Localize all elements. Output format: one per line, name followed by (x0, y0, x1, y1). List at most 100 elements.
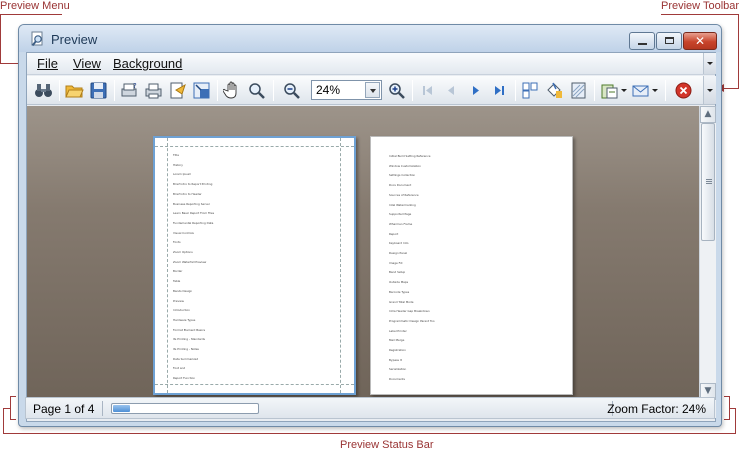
window-title: Preview (51, 32, 98, 47)
toolbar-separator (515, 80, 516, 101)
progress-fill (113, 405, 130, 412)
page-text-line: Sources of Reference (389, 192, 419, 197)
page-text-line: Serialization (389, 367, 407, 372)
send-email-icon[interactable] (631, 81, 650, 100)
hand-tool-icon[interactable] (223, 81, 242, 100)
page-text-line: Fundamental Reporting Data (173, 220, 214, 225)
page-text-line: Border (173, 269, 183, 274)
vertical-scrollbar[interactable]: ▲ ▼ (699, 106, 716, 401)
title-bar[interactable]: Preview ✕ (19, 25, 721, 52)
callout-bracket (724, 419, 730, 420)
first-page-icon[interactable] (418, 81, 437, 100)
menu-view[interactable]: View (73, 56, 101, 71)
last-page-icon[interactable] (490, 81, 509, 100)
toolbar-separator (217, 80, 218, 101)
next-page-icon[interactable] (466, 81, 485, 100)
chevron-down-icon (621, 89, 627, 92)
open-folder-icon[interactable] (65, 81, 84, 100)
maximize-button[interactable] (656, 32, 682, 50)
client-area: File View Background ? 24% Title History… (26, 52, 716, 422)
callout-bracket (10, 419, 16, 420)
page-text-line: Barcode Types (389, 289, 410, 294)
page-text-line: Initial Build Setting Reference (389, 154, 431, 158)
page-text-line: Docs Document (389, 183, 412, 188)
menu-overflow-button[interactable] (703, 53, 716, 74)
binoculars-icon[interactable] (34, 81, 53, 100)
page-margin-guide (167, 138, 168, 393)
page-text-line: Bands Design (173, 288, 193, 293)
page-indicator: Page 1 of 4 (33, 402, 95, 416)
print-icon[interactable] (144, 81, 163, 100)
chevron-down-icon (707, 89, 713, 92)
callout-line (3, 433, 736, 434)
minimize-icon (638, 43, 647, 45)
previous-page-icon[interactable] (442, 81, 461, 100)
minimize-button[interactable] (629, 32, 655, 50)
page-setup-icon[interactable]: ? (120, 81, 139, 100)
page-text-line: Keyboard Into (389, 241, 409, 246)
toolbar-separator (665, 80, 666, 101)
page-text-line: Report (389, 231, 399, 236)
watermark-icon[interactable] (569, 81, 588, 100)
callout-line (735, 408, 736, 434)
menu-file[interactable]: File (37, 56, 58, 71)
vertical-scroll-thumb[interactable] (701, 123, 715, 241)
menu-background[interactable]: Background (113, 56, 182, 71)
page-text-line: Brief Intro to Report Printing (173, 182, 213, 187)
export-dropdown-button[interactable] (620, 81, 629, 100)
callout-line (724, 88, 739, 89)
page-text-line: Registration (389, 348, 406, 352)
preview-status-bar-callout: Preview Status Bar (340, 439, 434, 451)
export-icon[interactable] (600, 81, 619, 100)
page-text-line: Wharmen Frame (389, 221, 413, 226)
multiple-pages-icon[interactable] (521, 81, 540, 100)
page-text-line: Foot and (173, 366, 186, 371)
email-dropdown-button[interactable] (651, 81, 660, 100)
status-bar-panel: Page 1 of 4 Zoom Factor: 24% (25, 397, 715, 419)
page-text-line: Business Reporting Server (173, 201, 210, 206)
chevron-down-icon (652, 89, 658, 92)
page-text-line: Preview (173, 298, 184, 303)
callout-line (3, 408, 10, 409)
callout-line (661, 14, 739, 15)
scale-icon[interactable] (192, 81, 211, 100)
chevron-up-icon: ▲ (704, 109, 712, 119)
page-text-line: Introduction (173, 308, 190, 313)
preview-app-icon (31, 31, 43, 47)
zoom-dropdown-button[interactable] (365, 82, 380, 98)
page-text-line: Band Setup (389, 270, 406, 275)
page-text-line: Programmatic Design Parent Too (389, 318, 435, 323)
page-text-line: Its Printing - Notes (173, 347, 199, 351)
page-text-line: Settings Collection (389, 173, 416, 178)
toolbar-overflow-button[interactable] (703, 76, 716, 104)
zoom-out-icon[interactable] (282, 81, 301, 100)
page-text-line: Image Fill (389, 260, 403, 265)
page-text-line: Bypass It (389, 357, 402, 362)
maximize-icon (665, 37, 674, 44)
callout-line (3, 408, 4, 434)
toolbar-separator (114, 80, 115, 101)
fill-background-icon[interactable] (545, 81, 564, 100)
page-text-line: Visual Controls (173, 230, 194, 235)
callout-line (0, 14, 1, 64)
close-preview-icon[interactable] (674, 81, 693, 100)
scroll-up-button[interactable]: ▲ (700, 106, 716, 123)
zoom-in-icon[interactable] (387, 81, 406, 100)
preview-menu-bar: File View Background (27, 53, 716, 75)
preview-menu-callout: Preview Menu (0, 0, 70, 12)
print-direct-icon[interactable] (168, 81, 187, 100)
status-separator (102, 401, 103, 416)
close-icon: ✕ (694, 34, 706, 48)
magnifier-icon[interactable] (247, 81, 266, 100)
preview-page-1[interactable]: Title History Lorem Ipsum Brief Intro to Re… (153, 136, 356, 395)
document-preview-area[interactable]: Title History Lorem Ipsum Brief Intro to Re… (27, 106, 699, 401)
preview-page-2[interactable]: Initial Build Setting Reference Window Cu… (370, 136, 573, 395)
save-disk-icon[interactable] (89, 81, 108, 100)
callout-bracket (724, 396, 730, 397)
page-text-line: Data Summarized (173, 356, 199, 361)
zoom-combobox[interactable]: 24% (311, 80, 382, 100)
page-text-line: Design Panel (389, 251, 408, 255)
progress-bar (111, 403, 259, 414)
close-button[interactable]: ✕ (683, 32, 717, 50)
zoom-value: 24% (316, 83, 341, 97)
